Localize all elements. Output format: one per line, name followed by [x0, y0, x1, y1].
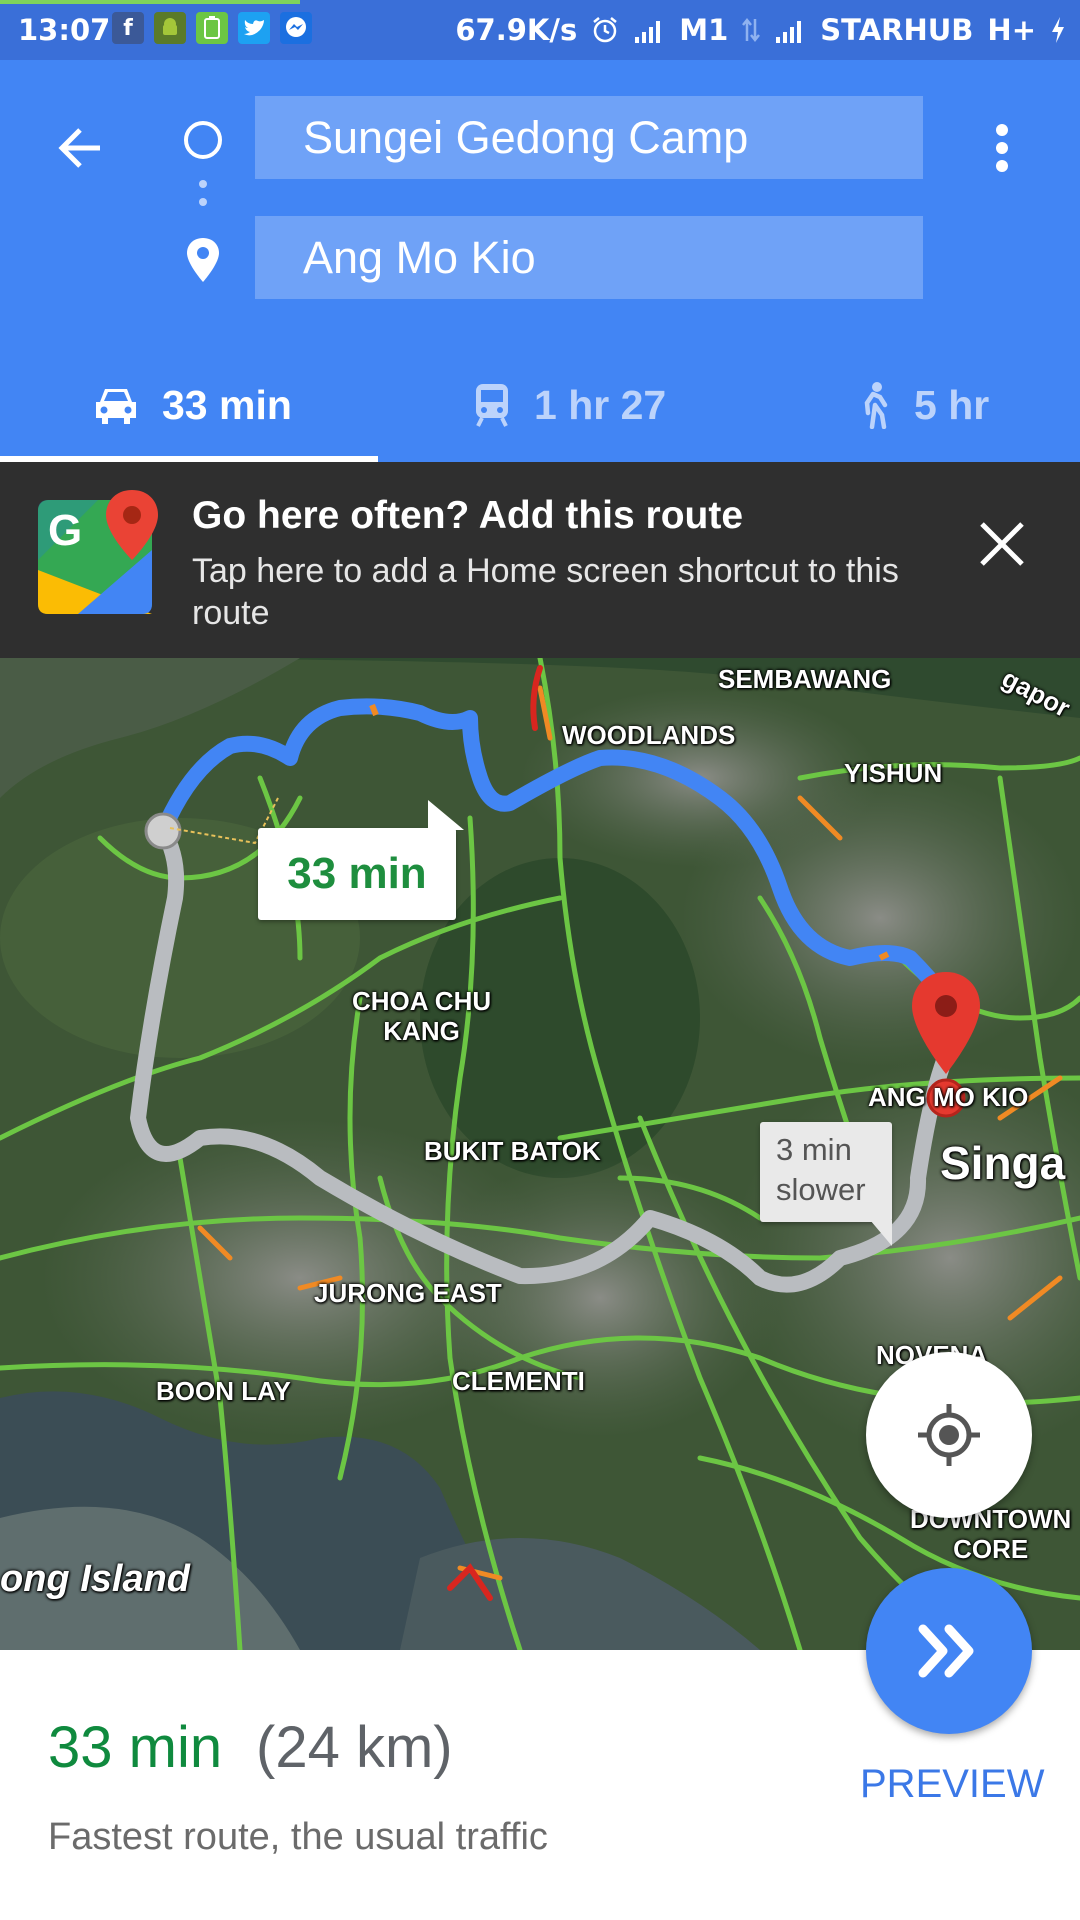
banner-close-button[interactable] — [972, 514, 1032, 574]
status-time: 13:07 — [18, 13, 111, 47]
alt-route-line1: 3 min — [776, 1132, 852, 1167]
svg-text:G: G — [48, 506, 82, 555]
carrier-1: M1 — [679, 13, 729, 47]
start-navigation-button[interactable] — [866, 1568, 1032, 1734]
alternate-route-callout[interactable]: 3 min slower — [760, 1122, 892, 1246]
tab-walking[interactable]: 5 hr — [858, 350, 989, 460]
alt-route-line2: slower — [776, 1172, 866, 1207]
car-icon — [96, 389, 136, 424]
map-label-yishun: YISHUN — [844, 758, 943, 788]
route-connector-dots — [199, 180, 207, 216]
preview-button[interactable]: PREVIEW — [860, 1762, 1044, 1807]
navigate-chevrons-icon — [918, 1624, 974, 1678]
route-description: Fastest route, the usual traffic — [48, 1816, 548, 1858]
fastest-route-callout[interactable]: 33 min — [258, 800, 464, 920]
tab-transit[interactable]: 1 hr 27 — [472, 350, 666, 460]
map-label-bukit-batok: BUKIT BATOK — [424, 1136, 601, 1166]
signal-icon-2 — [776, 21, 802, 43]
data-arrows-icon — [742, 17, 761, 43]
more-options-button[interactable] — [980, 112, 1024, 184]
banner-subtitle: Tap here to add a Home screen shortcut t… — [192, 552, 899, 632]
origin-field[interactable]: Sungei Gedong Camp — [255, 96, 923, 179]
origin-circle-icon — [184, 121, 222, 159]
add-route-banner[interactable]: G Go here often? Add this route Tap here… — [0, 462, 1080, 658]
callout-tail-alt — [870, 1220, 892, 1246]
route-duration: 33 min — [48, 1715, 223, 1780]
callout-tail — [428, 800, 464, 830]
travel-mode-tabs: 33 min 1 hr 27 5 hr — [0, 350, 1080, 460]
map-label-clementi: CLEMENTI — [452, 1366, 585, 1396]
charging-icon — [1052, 17, 1064, 43]
walk-icon — [864, 382, 888, 429]
back-arrow-icon — [58, 128, 100, 168]
map-label-singapore: Singa — [940, 1137, 1066, 1189]
alarm-icon — [593, 17, 618, 43]
map-label-island: ong Island — [0, 1558, 190, 1600]
status-right: 67.9K/s M1 STARHUB H+ — [455, 13, 1066, 47]
route-distance: (24 km) — [256, 1715, 453, 1780]
train-icon — [476, 384, 508, 427]
google-maps-logo-icon: G — [38, 490, 158, 614]
map-label-choa-chu-kang-line2: KANG — [383, 1016, 460, 1046]
tab-transit-label: 1 hr 27 — [534, 381, 667, 428]
destination-field[interactable]: Ang Mo Kio — [255, 216, 923, 299]
status-bar: 13:07 f 67.9K/s M1 STARHUB H+ — [0, 0, 1080, 60]
carrier-2: STARHUB — [820, 13, 974, 47]
notification-icons: f — [112, 12, 312, 44]
origin-marker — [144, 812, 182, 850]
my-location-icon — [918, 1404, 980, 1466]
loading-progress — [0, 0, 300, 4]
banner-title: Go here often? Add this route — [192, 494, 744, 537]
map-label-sembawang: SEMBAWANG — [718, 664, 892, 694]
destination-pin-icon — [187, 238, 219, 282]
map-label-choa-chu-kang: CHOA CHU KANG — [352, 986, 491, 1046]
tab-driving-label: 33 min — [162, 381, 292, 428]
android-icon — [154, 12, 186, 44]
battery-app-icon — [196, 12, 228, 44]
map-label-choa-chu-kang-line1: CHOA CHU — [352, 986, 492, 1016]
facebook-icon: f — [112, 12, 144, 44]
network-speed: 67.9K/s — [455, 13, 578, 47]
network-type: H+ — [987, 13, 1036, 47]
map-label-woodlands: WOODLANDS — [562, 720, 736, 750]
map-label-ang-mo-kio: ANG MO KIO — [868, 1082, 1029, 1112]
signal-icon — [635, 21, 661, 43]
directions-header: Sungei Gedong Camp Ang Mo Kio 33 min 1 h… — [0, 60, 1080, 462]
map-label-jurong-east: JURONG EAST — [314, 1278, 502, 1308]
twitter-icon — [238, 12, 270, 44]
tab-driving[interactable]: 33 min — [92, 350, 292, 460]
back-button[interactable] — [48, 112, 120, 184]
fastest-route-time: 33 min — [287, 849, 427, 898]
more-vert-icon — [996, 124, 1008, 172]
map-label-downtown-line2: CORE — [953, 1534, 1029, 1564]
messenger-icon — [280, 12, 312, 44]
tab-walking-label: 5 hr — [914, 381, 990, 428]
map-label-boon-lay: BOON LAY — [156, 1376, 291, 1406]
my-location-button[interactable] — [866, 1352, 1032, 1518]
close-icon — [980, 522, 1024, 566]
